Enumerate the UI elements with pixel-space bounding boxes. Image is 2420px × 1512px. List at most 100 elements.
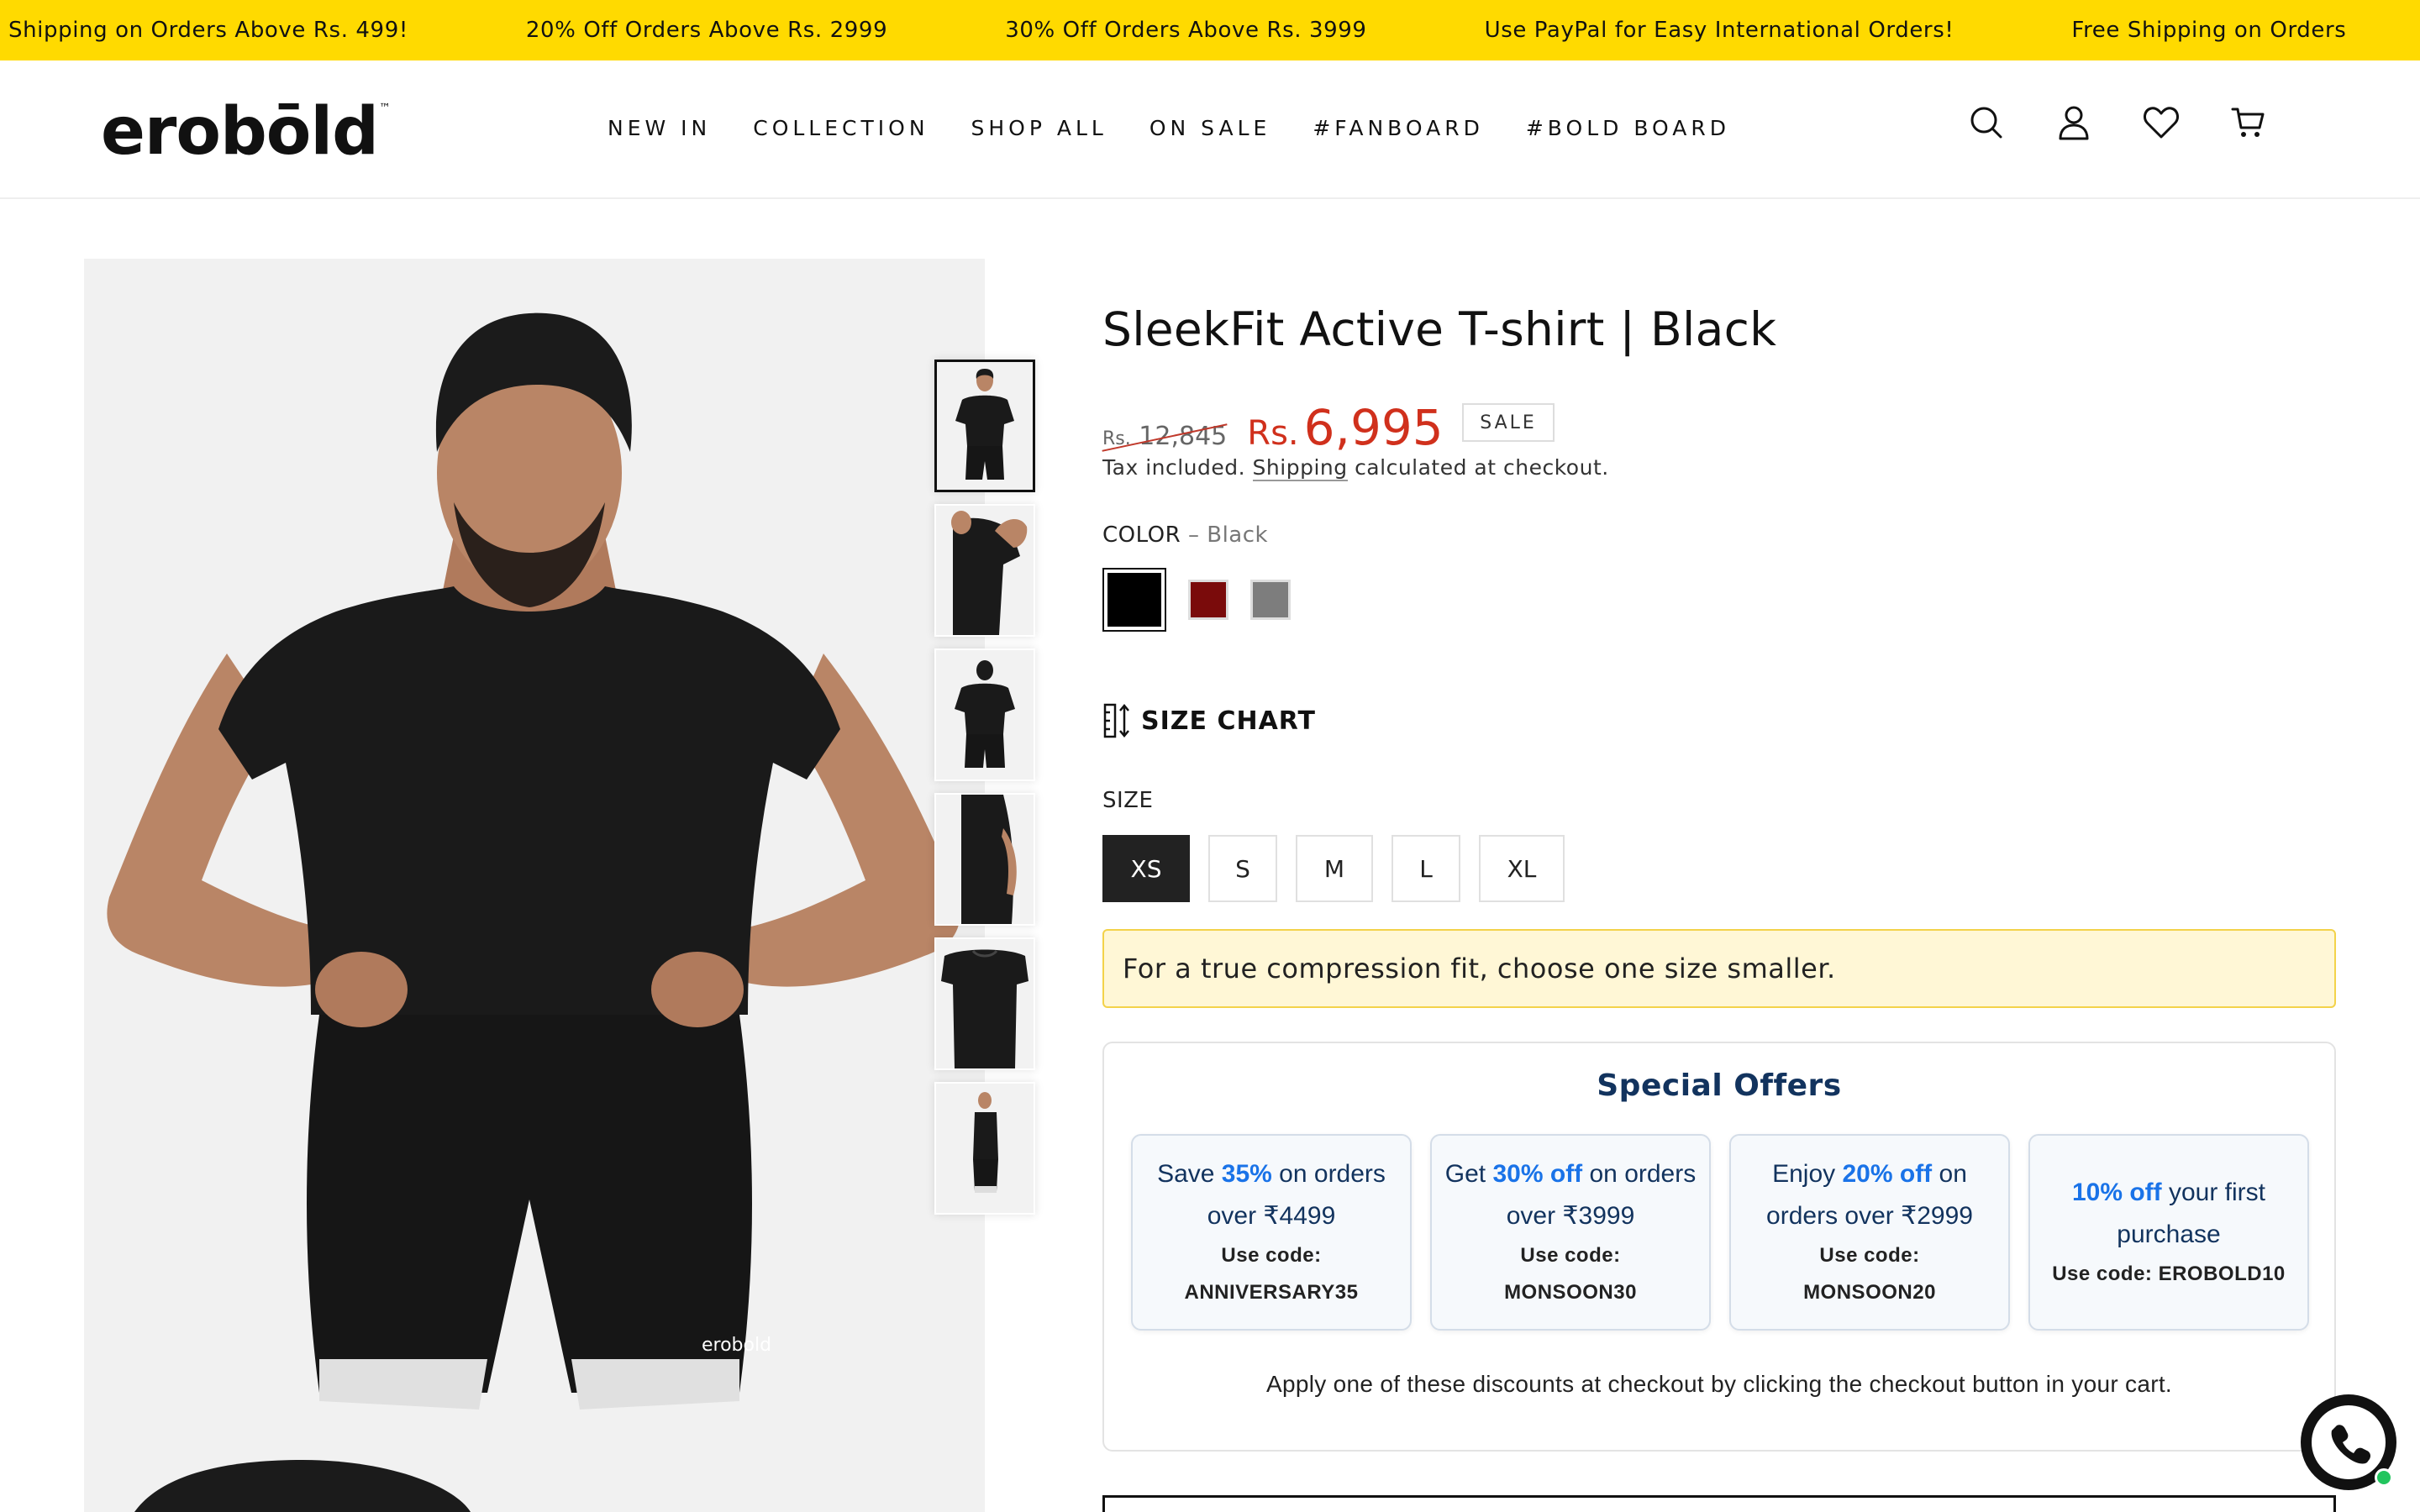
offer-pre: Enjoy — [1772, 1160, 1843, 1188]
offer-highlight: 10% off — [2071, 1179, 2162, 1206]
brand-logo-text: erobōld — [101, 94, 379, 170]
tax-suffix: calculated at checkout. — [1355, 455, 1609, 480]
sale-badge: SALE — [1462, 403, 1555, 442]
size-option-l[interactable]: L — [1392, 835, 1460, 902]
product-second-image[interactable] — [84, 1460, 985, 1512]
nav-collection[interactable]: COLLECTION — [753, 116, 929, 140]
thumbnail-3[interactable] — [934, 648, 1035, 781]
swatch-black[interactable] — [1102, 568, 1166, 632]
size-chart-link[interactable]: SIZE CHART — [1102, 702, 1316, 739]
size-option-xl[interactable]: XL — [1479, 835, 1565, 902]
offer-code-label: Use code: — [1221, 1244, 1322, 1267]
announcement-item: 20% Off Orders Above Rs. 2999 — [525, 18, 888, 43]
offer-code: MONSOON30 — [1504, 1281, 1637, 1304]
online-status-dot — [2375, 1468, 2393, 1487]
offer-code: ANNIVERSARY35 — [1184, 1281, 1359, 1304]
offer-highlight: 20% off — [1842, 1160, 1933, 1188]
tax-note: Tax included. Shipping calculated at che… — [1102, 455, 1609, 481]
announcement-item: 30% Off Orders Above Rs. 3999 — [1005, 18, 1367, 43]
offer-code-label: Use code: — [1520, 1244, 1621, 1267]
thumbnail-5[interactable] — [934, 937, 1035, 1070]
swatch-maroon[interactable] — [1188, 580, 1228, 620]
offer-card[interactable]: 10% off your first purchase Use code: ER… — [2028, 1134, 2309, 1331]
size-option-m[interactable]: M — [1296, 835, 1373, 902]
nav-new-in[interactable]: NEW IN — [608, 116, 711, 140]
product-title: SleekFit Active T-shirt | Black — [1102, 302, 1777, 356]
sale-currency: Rs. — [1247, 414, 1299, 453]
color-swatches — [1102, 568, 1291, 632]
offer-highlight: 35% — [1221, 1160, 1272, 1188]
offer-cards: Save 35% on orders over ₹4499 Use code: … — [1131, 1134, 2309, 1331]
swatch-grey[interactable] — [1250, 580, 1291, 620]
offer-pre: Get — [1444, 1160, 1493, 1188]
tax-prefix: Tax included. — [1102, 455, 1246, 480]
compare-amount: 12,845 — [1139, 422, 1228, 451]
fit-advice-note: For a true compression fit, choose one s… — [1102, 929, 2336, 1008]
offer-text: 10% off your first purchase — [2042, 1172, 2296, 1256]
compare-at-price: Rs. 12,845 — [1102, 422, 1227, 451]
offer-text: Save 35% on orders over ₹4499 — [1144, 1153, 1398, 1237]
account-icon[interactable] — [2054, 102, 2094, 143]
thumbnail-4[interactable] — [934, 793, 1035, 926]
swatch-fill — [1107, 573, 1161, 627]
offer-card[interactable]: Get 30% off on orders over ₹3999 Use cod… — [1430, 1134, 1711, 1331]
shorts-logo: erobold — [702, 1335, 771, 1356]
chat-button-inner — [2312, 1405, 2386, 1479]
color-separator: – — [1187, 522, 1200, 548]
offer-text: Enjoy 20% off on orders over ₹2999 — [1743, 1153, 1996, 1237]
product-main-image[interactable]: erobold — [84, 259, 985, 1460]
size-chart-label: SIZE CHART — [1141, 706, 1317, 736]
offer-code: MONSOON20 — [1803, 1281, 1936, 1304]
header-icons — [1966, 102, 2269, 143]
wishlist-heart-icon[interactable] — [2141, 102, 2181, 143]
announcement-item: Use PayPal for Easy International Orders… — [1484, 18, 1954, 43]
sale-amount: 6,995 — [1303, 399, 1444, 456]
nav-on-sale[interactable]: ON SALE — [1150, 116, 1271, 140]
site-header: erobōld ™ NEW IN COLLECTION SHOP ALL ON S… — [0, 60, 2420, 199]
offer-card[interactable]: Enjoy 20% off on orders over ₹2999 Use c… — [1729, 1134, 2010, 1331]
announcement-track: Shipping on Orders Above Rs. 499! 20% Of… — [8, 0, 2346, 60]
cart-icon[interactable] — [2228, 102, 2269, 143]
offer-code-inline: Use code: EROBOLD10 — [2052, 1256, 2286, 1293]
color-label: COLOR – Black — [1102, 522, 1268, 548]
phone-icon — [2331, 1425, 2370, 1464]
size-label: SIZE — [1102, 788, 1154, 813]
offers-footer: Apply one of these discounts at checkout… — [1266, 1371, 2172, 1397]
offer-text: Get 30% off on orders over ₹3999 — [1444, 1153, 1697, 1237]
thumbnail-list — [934, 360, 1035, 1215]
second-photo-edge — [84, 1460, 985, 1512]
offer-code-label: Use code: — [2052, 1263, 2153, 1285]
thumbnail-2[interactable] — [934, 504, 1035, 637]
nav-shop-all[interactable]: SHOP ALL — [971, 116, 1107, 140]
offer-highlight: 30% off — [1492, 1160, 1583, 1188]
main-nav: NEW IN COLLECTION SHOP ALL ON SALE #FANB… — [608, 116, 1730, 140]
special-offers-box: Special Offers Save 35% on orders over ₹… — [1102, 1042, 2336, 1452]
thumbnail-1[interactable] — [934, 360, 1035, 492]
announcement-item: Free Shipping on Orders — [2071, 18, 2347, 43]
model-photo: erobold — [84, 259, 985, 1460]
whatsapp-chat-button[interactable] — [2301, 1394, 2396, 1490]
offer-card[interactable]: Save 35% on orders over ₹4499 Use code: … — [1131, 1134, 1412, 1331]
sale-price: Rs. 6,995 — [1247, 399, 1443, 456]
color-value: Black — [1207, 522, 1269, 548]
announcement-bar: Shipping on Orders Above Rs. 499! 20% Of… — [0, 0, 2420, 60]
color-label-text: COLOR — [1102, 522, 1181, 548]
price-row: Rs. 12,845 Rs. 6,995 — [1102, 399, 1444, 456]
compare-currency: Rs. — [1102, 428, 1131, 449]
product-info: SleekFit Active T-shirt | Black Rs. 12,8… — [1102, 302, 2336, 1512]
thumbnail-6[interactable] — [934, 1082, 1035, 1215]
brand-logo[interactable]: erobōld ™ — [101, 99, 391, 165]
shipping-link[interactable]: Shipping — [1252, 455, 1348, 481]
offer-code-label: Use code: — [1819, 1244, 1920, 1267]
nav-bold-board[interactable]: #BOLD BOARD — [1526, 116, 1730, 140]
nav-fanboard[interactable]: #FANBOARD — [1313, 116, 1484, 140]
ruler-icon — [1103, 703, 1129, 738]
add-to-cart-button[interactable] — [1102, 1495, 2336, 1512]
size-option-xs[interactable]: XS — [1102, 835, 1190, 902]
trademark-mark: ™ — [378, 102, 391, 115]
offer-code: EROBOLD10 — [2158, 1263, 2286, 1285]
size-option-s[interactable]: S — [1208, 835, 1277, 902]
offer-pre: Save — [1157, 1160, 1222, 1188]
announcement-item: Shipping on Orders Above Rs. 499! — [8, 18, 408, 43]
search-icon[interactable] — [1966, 102, 2007, 143]
